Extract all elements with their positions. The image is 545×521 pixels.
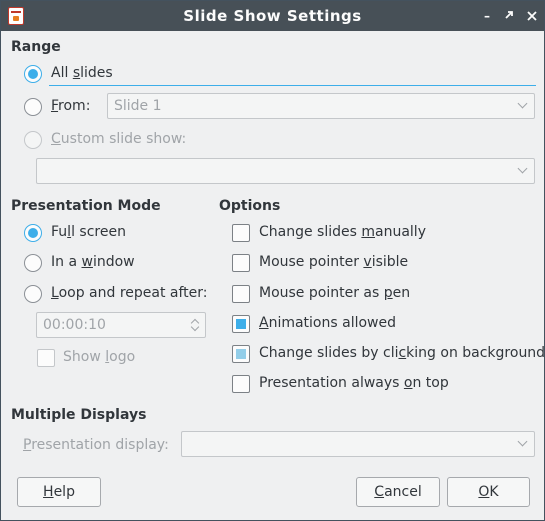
show-logo-label[interactable]: Show logo [63,349,135,365]
all-slides-radio[interactable] [24,65,42,83]
change-slides-on-click-checkbox[interactable] [232,345,250,363]
presentation-display-combo[interactable] [181,431,535,457]
custom-slide-show-label[interactable]: Custom slide show: [51,131,186,147]
custom-slide-show-radio[interactable] [24,131,42,149]
change-slides-on-click-label[interactable]: Change slides by clicking on background [259,345,545,361]
slide-show-settings-dialog: Slide Show Settings – Range All slides F… [0,0,545,521]
chevron-down-icon [518,164,528,174]
from-slide-combo[interactable]: Slide 1 [107,93,535,119]
window-title: Slide Show Settings [183,7,362,25]
minimize-icon[interactable]: – [479,8,495,24]
cancel-button[interactable]: Cancel [356,477,440,507]
chevron-down-icon[interactable] [191,325,199,333]
range-heading: Range [11,39,61,55]
full-screen-label[interactable]: Full screen [51,224,126,240]
custom-slide-show-combo[interactable] [36,158,535,184]
full-screen-radio[interactable] [24,224,42,242]
change-slides-manually-label[interactable]: Change slides manually [259,224,426,240]
presentation-always-on-top-checkbox[interactable] [232,375,250,393]
loop-and-repeat-label[interactable]: Loop and repeat after: [51,285,208,301]
presentation-always-on-top-label[interactable]: Presentation always on top [259,375,449,391]
close-icon[interactable] [524,8,540,24]
presentation-display-label: Presentation display: [23,437,169,453]
help-button[interactable]: Help [17,477,101,507]
loop-time-spinbox[interactable]: 00:00:10 [36,312,206,338]
loop-time-value: 00:00:10 [43,317,106,333]
ok-button[interactable]: OK [447,477,530,507]
show-logo-checkbox[interactable] [37,349,55,367]
in-a-window-label[interactable]: In a window [51,254,135,270]
restore-icon[interactable] [502,8,518,24]
in-a-window-radio[interactable] [24,254,42,272]
all-slides-label[interactable]: All slides [51,65,113,81]
options-heading: Options [219,198,281,214]
chevron-down-icon [518,437,528,447]
animations-allowed-label[interactable]: Animations allowed [259,315,396,331]
multiple-displays-heading: Multiple Displays [11,407,147,423]
mouse-pointer-as-pen-checkbox[interactable] [232,285,250,303]
focus-indicator [49,85,536,86]
presentation-mode-heading: Presentation Mode [11,198,161,214]
mouse-pointer-visible-label[interactable]: Mouse pointer visible [259,254,408,270]
from-radio[interactable] [24,98,42,116]
from-slide-value: Slide 1 [114,98,162,114]
title-bar[interactable]: Slide Show Settings – [1,1,544,31]
loop-and-repeat-radio[interactable] [24,285,42,303]
from-label[interactable]: From: [51,98,90,114]
chevron-down-icon [518,99,528,109]
animations-allowed-checkbox[interactable] [232,315,250,333]
mouse-pointer-as-pen-label[interactable]: Mouse pointer as pen [259,285,410,301]
change-slides-manually-checkbox[interactable] [232,224,250,242]
mouse-pointer-visible-checkbox[interactable] [232,254,250,272]
